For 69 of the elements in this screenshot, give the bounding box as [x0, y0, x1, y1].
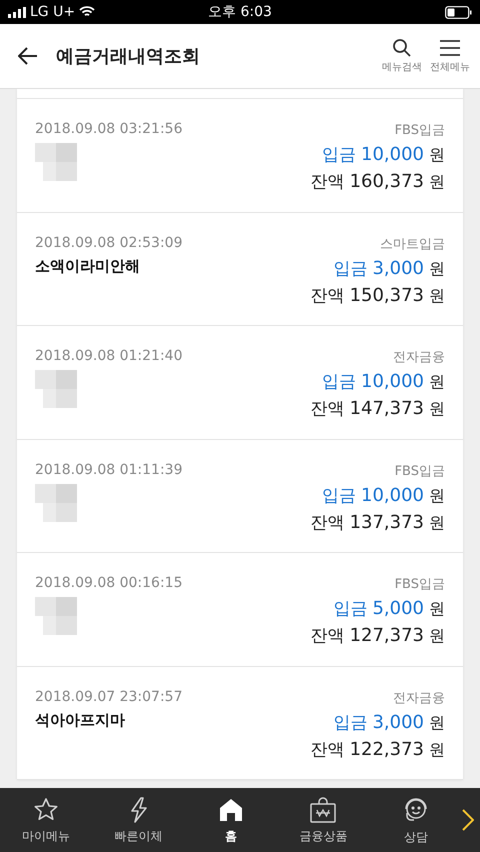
balance-label: 잔액: [310, 512, 345, 534]
balance-label: 잔액: [310, 625, 345, 647]
nav-tab[interactable]: 홈: [184, 794, 278, 846]
search-icon: [392, 38, 412, 58]
currency-unit: 원: [429, 626, 445, 647]
menu-button[interactable]: 전체메뉴: [428, 38, 472, 74]
transaction-memo: 소액이라미안해: [35, 256, 141, 276]
currency-unit: 원: [429, 145, 445, 166]
deposit-amount: 10,000: [361, 371, 424, 392]
deposit-amount: 10,000: [361, 144, 424, 165]
transaction-type: FBS입금: [394, 576, 445, 593]
nav-tab[interactable]: 상담: [370, 794, 462, 846]
balance-amount: 127,373: [350, 625, 424, 646]
currency-unit: 원: [429, 172, 445, 193]
back-arrow-icon: [18, 47, 38, 65]
battery-icon: [445, 6, 472, 18]
currency-unit: 원: [429, 258, 445, 280]
transaction-type: FBS입금: [394, 462, 445, 480]
balance-amount: 160,373: [350, 171, 424, 192]
balance-amount: 150,373: [350, 284, 424, 306]
currency-unit: 원: [429, 486, 445, 506]
nav-tab[interactable]: 금융상품: [277, 794, 370, 846]
chevron-right-icon: [462, 809, 474, 831]
balance-amount: 137,373: [350, 512, 424, 532]
transaction-date: 2018.09.08 01:11:39: [35, 462, 182, 478]
shopping-bag-icon: [308, 796, 338, 824]
transaction-date: 2018.09.07 23:07:57: [35, 688, 182, 704]
menu-icon: [439, 38, 461, 58]
balance-label: 잔액: [310, 284, 345, 306]
transaction-type: 전자금융: [393, 349, 445, 366]
balance-label: 잔액: [310, 171, 345, 193]
amount-label: 입금: [333, 712, 368, 734]
amount-label: 입금: [333, 598, 368, 620]
transaction-date: 2018.09.08 00:16:15: [35, 575, 182, 591]
page-title: 예금거래내역조회: [56, 45, 201, 68]
amount-label: 입금: [333, 258, 368, 280]
currency-unit: 원: [429, 286, 445, 306]
transaction-memo: 석아아프지마: [35, 710, 126, 730]
deposit-amount: 3,000: [372, 258, 424, 278]
currency-unit: 원: [429, 712, 445, 734]
deposit-amount: 3,000: [372, 712, 424, 732]
carrier-name: LG U+: [30, 4, 76, 20]
transaction-type: 전자금융: [393, 690, 445, 706]
balance-label: 잔액: [310, 738, 345, 760]
currency-unit: 원: [429, 599, 445, 620]
amount-label: 입금: [322, 484, 356, 506]
transaction-type: FBS입금: [394, 122, 445, 139]
transaction-date: 2018.09.08 02:53:09: [35, 234, 182, 250]
currency-unit: 원: [429, 372, 445, 393]
clock-time: 오후 6:03: [208, 3, 272, 21]
search-button[interactable]: 메뉴검색: [380, 38, 424, 74]
transaction-date: 2018.09.08 01:21:40: [35, 348, 182, 364]
currency-unit: 원: [429, 740, 445, 760]
transaction-date: 2018.09.08 03:21:56: [35, 121, 182, 137]
nav-tab[interactable]: 빠른이체: [92, 794, 185, 846]
balance-label: 잔액: [310, 398, 345, 420]
transaction-type: 스마트입금: [380, 236, 445, 252]
next-button[interactable]: [462, 809, 474, 831]
deposit-amount: 10,000: [361, 484, 424, 506]
wifi-icon: [79, 6, 96, 18]
balance-amount: 147,373: [350, 398, 424, 419]
currency-unit: 원: [429, 512, 445, 534]
nav-tab[interactable]: 마이메뉴: [0, 794, 92, 846]
balance-amount: 122,373: [350, 738, 424, 760]
amount-label: 입금: [322, 144, 356, 166]
signal-icon: [8, 6, 26, 18]
amount-label: 입금: [322, 371, 356, 393]
currency-unit: 원: [429, 399, 445, 420]
deposit-amount: 5,000: [372, 598, 424, 619]
